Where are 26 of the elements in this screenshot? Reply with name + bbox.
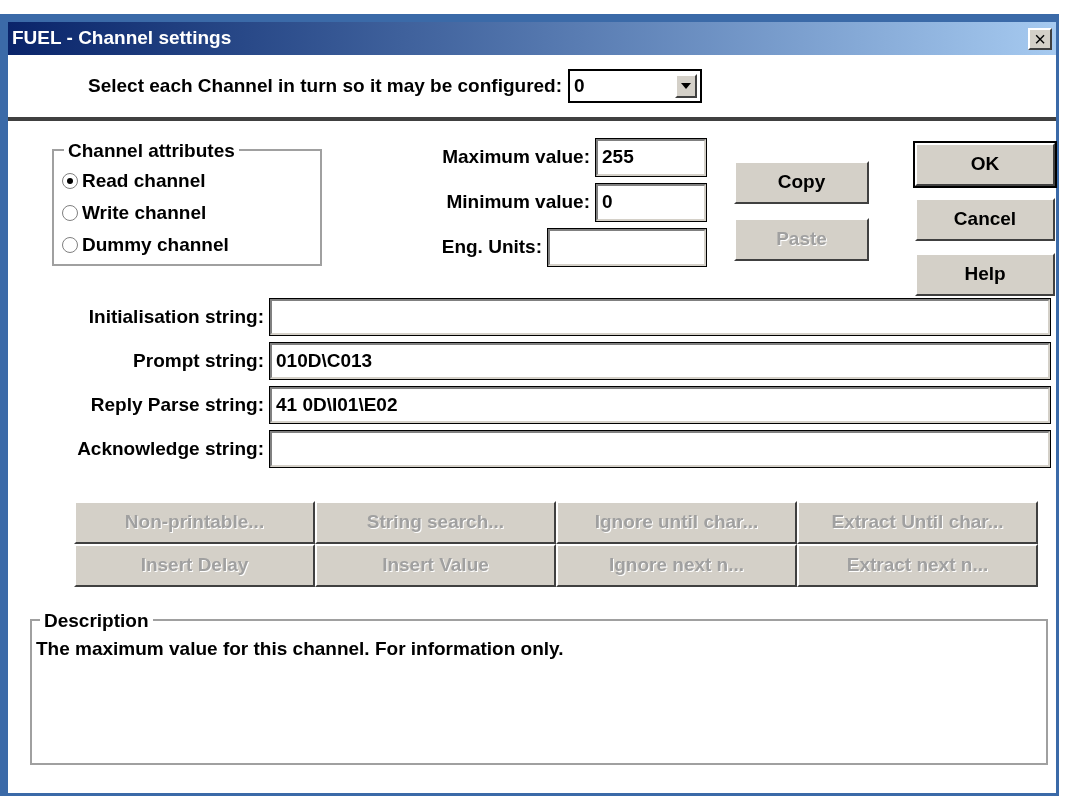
string-field[interactable]: 010D\C013 <box>270 343 1050 379</box>
channel-dropdown[interactable]: 0 <box>568 69 703 103</box>
field-label: Minimum value: <box>446 190 590 215</box>
field-label: Initialisation string: <box>87 304 265 329</box>
value-field[interactable]: 0 <box>596 184 706 221</box>
string-field[interactable] <box>270 431 1050 467</box>
window-title: FUEL - Channel settings <box>12 26 232 51</box>
close-button[interactable]: × <box>1028 27 1052 50</box>
channel-select-label: Select each Channel in turn so it may be configured: <box>88 73 563 98</box>
field-label: Acknowledge string: <box>76 436 265 461</box>
dialog-button[interactable]: Cancel <box>915 198 1055 241</box>
string-field[interactable]: 41 0D\I01\E02 <box>270 387 1050 423</box>
radio-option[interactable]: Read channel <box>62 165 320 197</box>
string-field[interactable] <box>270 299 1050 335</box>
clipboard-button[interactable]: Copy <box>734 161 869 204</box>
value-field[interactable] <box>548 229 706 266</box>
radio-option[interactable]: Write channel <box>62 197 320 229</box>
field-label: Maximum value: <box>442 145 590 170</box>
description-text: The maximum value for this channel. For information only. <box>36 637 565 661</box>
field-label: Eng. Units: <box>441 235 542 260</box>
field-label: Prompt string: <box>132 348 265 373</box>
dialog-button[interactable]: Help <box>915 253 1055 296</box>
value-field[interactable]: 255 <box>596 139 706 176</box>
field-label: Reply Parse string: <box>89 392 265 417</box>
radio-option[interactable]: Dummy channel <box>62 229 320 261</box>
dialog-button[interactable]: OK <box>915 143 1055 186</box>
